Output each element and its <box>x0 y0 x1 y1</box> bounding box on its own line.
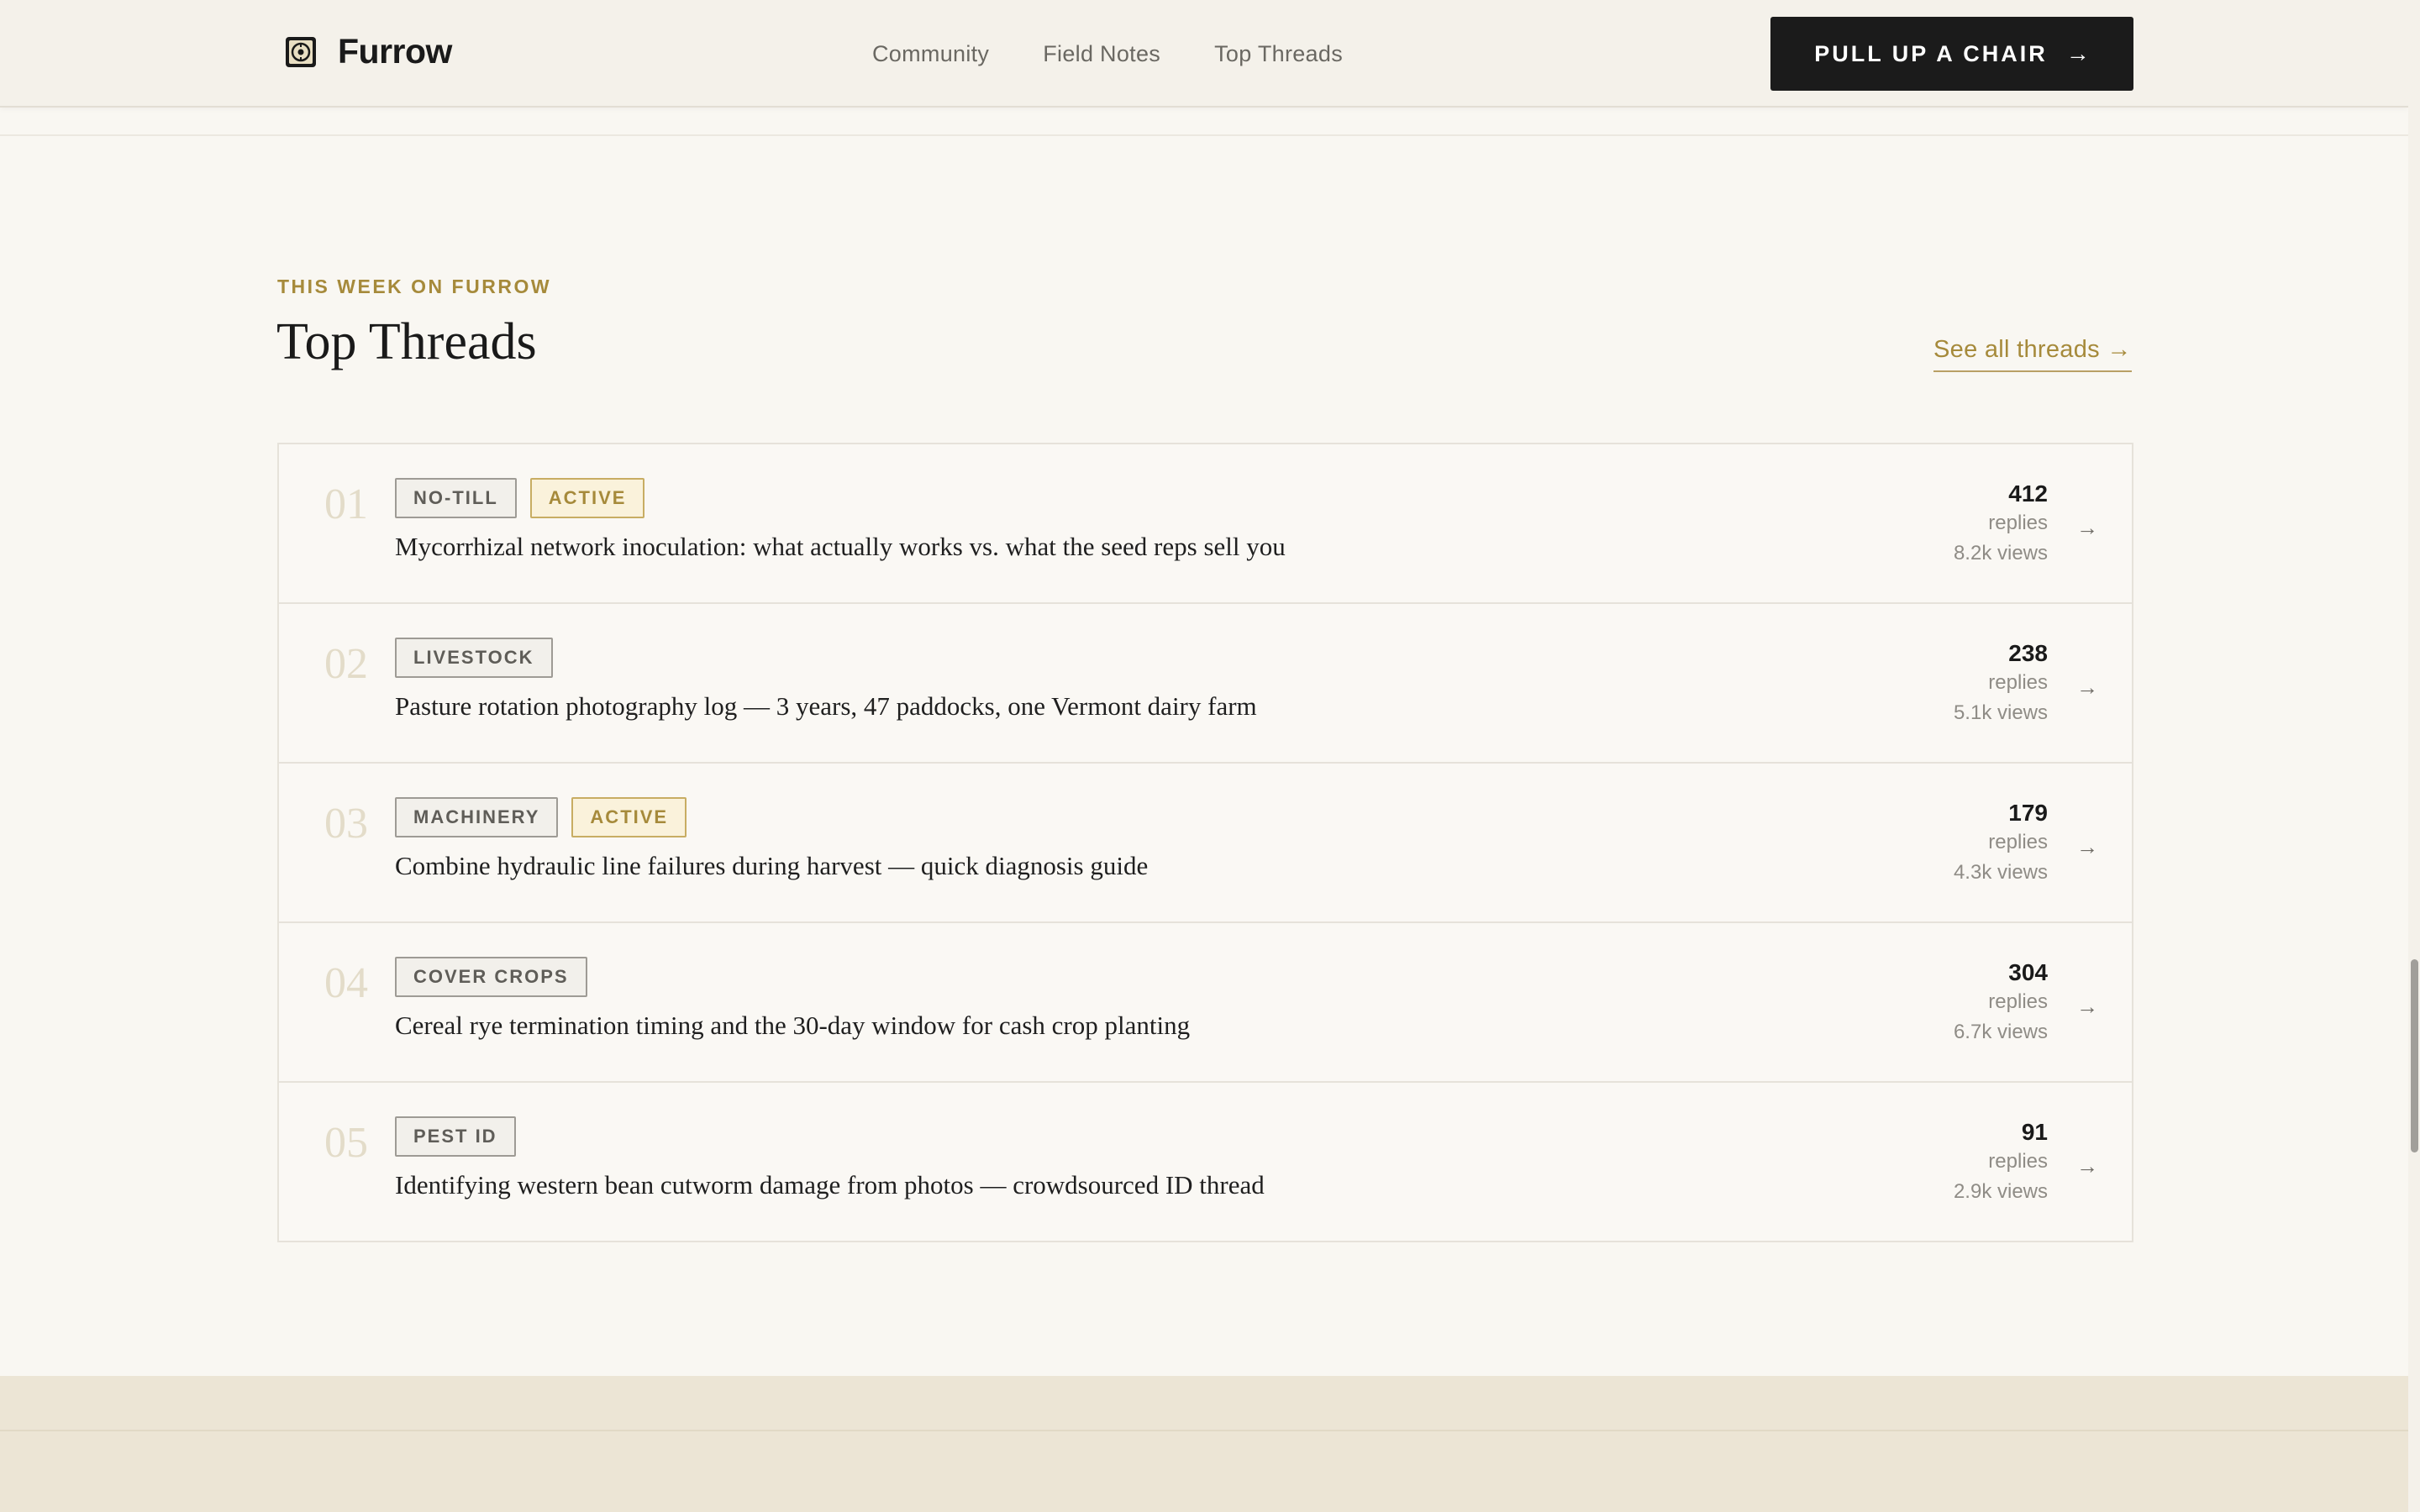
see-all-threads-link[interactable]: See all threads → <box>1933 336 2132 372</box>
tag-pest-id[interactable]: PEST ID <box>395 1116 516 1157</box>
arrow-right-icon[interactable]: → <box>2076 834 2098 860</box>
thread-title[interactable]: Cereal rye termination timing and the 30… <box>395 1011 1190 1041</box>
tag-machinery[interactable]: MACHINERY <box>395 797 559 837</box>
thread-stats: 91 replies 2.9k views <box>1954 1118 2048 1207</box>
arrow-right-icon[interactable]: → <box>2076 1153 2098 1179</box>
footer-band <box>0 1376 2408 1512</box>
replies-label: replies <box>1988 512 2048 534</box>
tag-active: ACTIVE <box>529 478 645 518</box>
scrollbar-thumb[interactable] <box>2411 959 2418 1152</box>
thread-title[interactable]: Mycorrhizal network inoculation: what ac… <box>395 532 1286 562</box>
thread-stats: 304 replies 6.7k views <box>1954 958 2048 1047</box>
tag-no-till[interactable]: NO-TILL <box>395 478 517 518</box>
replies-count: 304 <box>2008 959 2048 985</box>
arrow-right-icon[interactable]: → <box>2076 515 2098 541</box>
replies-label: replies <box>1988 990 2048 1013</box>
thread-title[interactable]: Combine hydraulic line failures during h… <box>395 851 1148 881</box>
thread-rank: 03 <box>324 800 368 848</box>
views-count: 6.7k views <box>1953 1021 2048 1043</box>
replies-count: 412 <box>2008 480 2048 507</box>
thread-tags: NO-TILL ACTIVE <box>395 478 658 518</box>
replies-label: replies <box>1988 831 2048 853</box>
thread-rank: 01 <box>324 480 368 528</box>
brand-logo-link[interactable]: Furrow <box>284 32 452 71</box>
thread-rank: 04 <box>324 959 368 1007</box>
page-scrollbar[interactable] <box>2408 0 2420 1512</box>
views-count: 2.9k views <box>1953 1180 2048 1203</box>
arrow-right-icon[interactable]: → <box>2076 994 2098 1020</box>
brand-name: Furrow <box>338 32 452 71</box>
seed-badge-icon <box>286 36 316 67</box>
section-eyebrow: THIS WEEK ON FURROW <box>277 276 552 297</box>
replies-label: replies <box>1988 1150 2048 1173</box>
replies-label: replies <box>1988 671 2048 694</box>
views-count: 5.1k views <box>1953 701 2048 724</box>
nav-field-notes[interactable]: Field Notes <box>1043 41 1160 67</box>
tag-active: ACTIVE <box>571 797 687 837</box>
replies-count: 91 <box>2021 1119 2048 1145</box>
nav-top-threads[interactable]: Top Threads <box>1214 41 1343 67</box>
thread-rank: 05 <box>324 1119 368 1167</box>
main-nav: Community Field Notes Top Threads <box>872 0 1397 108</box>
thread-row[interactable]: 02 LIVESTOCK Pasture rotation photograph… <box>279 604 2132 764</box>
pull-up-a-chair-button[interactable]: PULL UP A CHAIR → <box>1770 17 2133 91</box>
thread-title[interactable]: Pasture rotation photography log — 3 yea… <box>395 691 1257 722</box>
tag-cover-crops[interactable]: COVER CROPS <box>395 957 587 997</box>
site-header: Furrow Community Field Notes Top Threads… <box>0 0 2408 108</box>
thread-tags: COVER CROPS <box>395 957 601 997</box>
thread-list: 01 NO-TILL ACTIVE Mycorrhizal network in… <box>277 443 2133 1242</box>
thread-tags: PEST ID <box>395 1116 529 1157</box>
thread-tags: LIVESTOCK <box>395 638 566 678</box>
thread-row[interactable]: 03 MACHINERY ACTIVE Combine hydraulic li… <box>279 764 2132 923</box>
footer-divider <box>0 1430 2408 1431</box>
thread-tags: MACHINERY ACTIVE <box>395 797 700 837</box>
tag-livestock[interactable]: LIVESTOCK <box>395 638 553 678</box>
replies-count: 238 <box>2008 640 2048 666</box>
thread-row[interactable]: 04 COVER CROPS Cereal rye termination ti… <box>279 923 2132 1083</box>
arrow-right-icon[interactable]: → <box>2076 675 2098 701</box>
thread-rank: 02 <box>324 640 368 688</box>
nav-community[interactable]: Community <box>872 41 989 67</box>
header-divider <box>0 134 2408 136</box>
thread-row[interactable]: 01 NO-TILL ACTIVE Mycorrhizal network in… <box>279 444 2132 604</box>
thread-title[interactable]: Identifying western bean cutworm damage … <box>395 1170 1265 1200</box>
views-count: 4.3k views <box>1953 861 2048 884</box>
arrow-right-icon: → <box>2065 40 2090 66</box>
thread-stats: 238 replies 5.1k views <box>1954 639 2048 728</box>
thread-stats: 412 replies 8.2k views <box>1954 480 2048 569</box>
thread-stats: 179 replies 4.3k views <box>1954 799 2048 888</box>
replies-count: 179 <box>2008 800 2048 826</box>
views-count: 8.2k views <box>1953 542 2048 564</box>
section-title: Top Threads <box>276 313 537 370</box>
cta-label: PULL UP A CHAIR <box>1814 40 2048 66</box>
thread-row[interactable]: 05 PEST ID Identifying western bean cutw… <box>279 1083 2132 1242</box>
